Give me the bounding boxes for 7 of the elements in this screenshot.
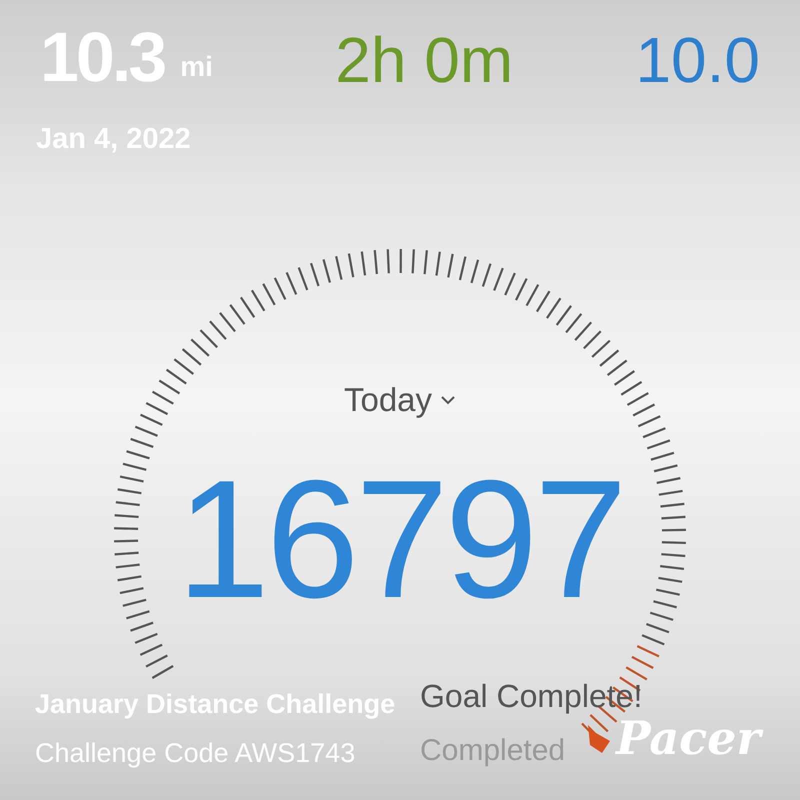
progress-label: Completed	[420, 733, 566, 769]
pace-value: 10.0	[635, 28, 760, 92]
step-count: 16797	[176, 454, 624, 622]
period-dropdown[interactable]: Today	[344, 375, 456, 424]
tag-icon	[586, 722, 612, 754]
duration-value: 2h 0m	[335, 28, 514, 92]
chevron-down-icon	[440, 394, 456, 405]
